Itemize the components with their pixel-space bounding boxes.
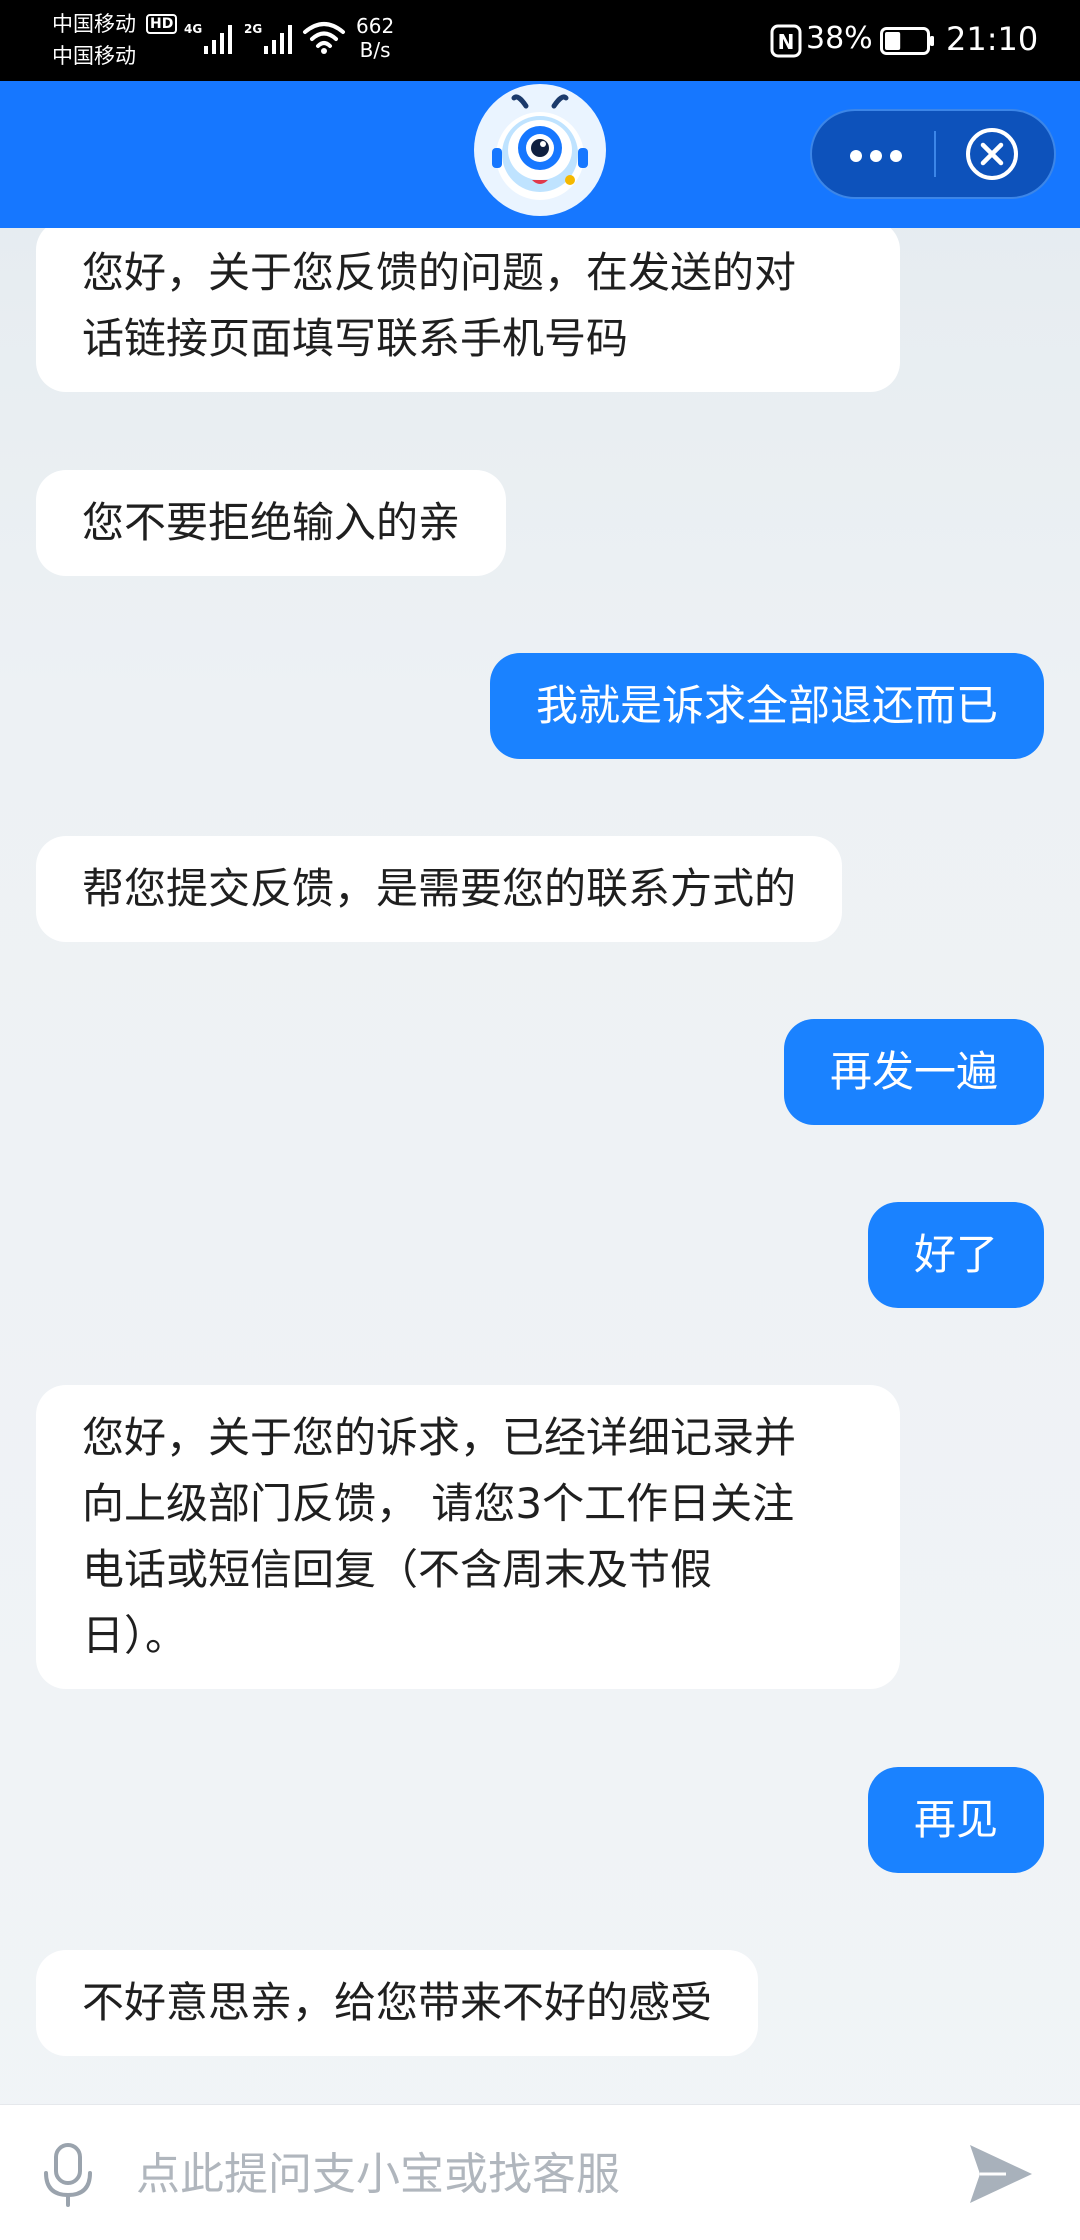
network-speed: 662 B/s xyxy=(356,14,395,62)
bot-message: 您不要拒绝输入的亲 xyxy=(36,470,507,576)
send-icon[interactable] xyxy=(966,2141,1036,2207)
user-message: 再见 xyxy=(867,1767,1044,1873)
bot-message: 您好，关于您反馈的问题，在发送的对 话链接页面填写联系手机号码 xyxy=(36,228,900,392)
chat-message-list[interactable]: 您好，关于您反馈的问题，在发送的对 话链接页面填写联系手机号码 您不要拒绝输入的… xyxy=(0,228,1080,2104)
status-bar: 中国移动 中国移动 HD 4G 2G 662 B/s N 38% 21:10 xyxy=(0,0,1080,81)
app-header xyxy=(0,81,1080,228)
svg-text:N: N xyxy=(778,30,795,54)
close-circle-icon[interactable] xyxy=(964,126,1020,182)
user-message: 我就是诉求全部退还而已 xyxy=(489,653,1044,759)
more-dots-icon[interactable] xyxy=(812,111,932,197)
robot-mascot-icon[interactable] xyxy=(474,84,606,216)
capsule-divider xyxy=(934,131,936,177)
bot-message: 帮您提交反馈，是需要您的联系方式的 xyxy=(36,836,843,942)
hd-icon: HD xyxy=(146,14,178,34)
message-input[interactable] xyxy=(136,2129,936,2219)
bot-message: 您好，关于您的诉求，已经详细记录并 向上级部门反馈， 请您3个工作日关注 电话或… xyxy=(36,1385,900,1689)
input-bar xyxy=(0,2104,1080,2240)
battery-icon xyxy=(880,27,934,55)
bot-message: 不好意思亲，给您带来不好的感受 xyxy=(36,1950,759,2056)
user-message: 再发一遍 xyxy=(783,1019,1044,1125)
carrier-name-1: 中国移动 xyxy=(52,12,136,36)
clock: 21:10 xyxy=(946,20,1039,58)
mini-program-capsule xyxy=(810,109,1056,199)
wifi-icon xyxy=(303,22,345,54)
nfc-icon: N xyxy=(770,24,802,58)
microphone-icon[interactable] xyxy=(36,2141,100,2209)
carrier-name-2: 中国移动 xyxy=(52,44,136,68)
user-message: 好了 xyxy=(867,1202,1044,1308)
battery-percent: 38% xyxy=(806,21,873,56)
